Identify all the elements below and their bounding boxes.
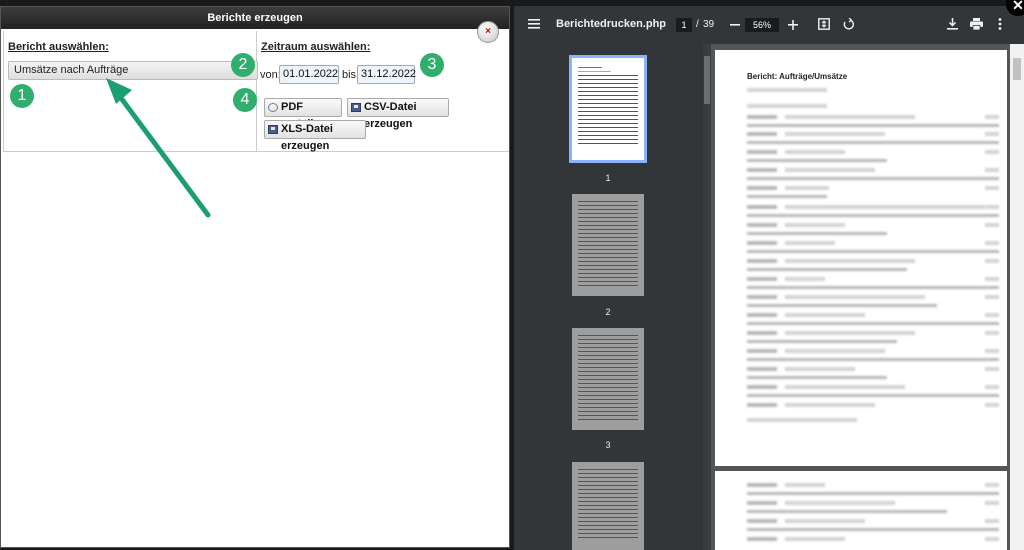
viewer-toolbar: Berichtedrucken.php 1 / 39 56% bbox=[514, 6, 1024, 44]
thumbnail-label-1: 1 bbox=[605, 173, 611, 183]
fit-page-icon[interactable] bbox=[818, 18, 830, 30]
thumbnail-label-3: 3 bbox=[605, 440, 611, 450]
thumbnail-sidebar: 1 2 3 bbox=[514, 44, 704, 550]
document-page-2 bbox=[715, 471, 1007, 550]
zoom-out-icon[interactable] bbox=[730, 20, 740, 30]
sidebar-scrollbar-thumb[interactable] bbox=[704, 56, 710, 104]
total-pages: 39 bbox=[703, 19, 715, 30]
thumbnail-page-2[interactable] bbox=[572, 194, 644, 296]
thumbnail-content bbox=[578, 466, 638, 538]
thumbnail-page-3[interactable] bbox=[572, 328, 644, 430]
page-separator: / bbox=[696, 19, 699, 30]
page-number-input[interactable]: 1 bbox=[676, 18, 692, 32]
rotate-icon[interactable] bbox=[842, 18, 854, 30]
thumbnail-page-1[interactable] bbox=[569, 55, 647, 163]
thumbnail-content bbox=[578, 332, 638, 420]
step-badge-2: 2 bbox=[231, 53, 255, 77]
document-heading: Bericht: Aufträge/Umsätze bbox=[747, 72, 848, 81]
menu-icon[interactable] bbox=[528, 19, 540, 29]
sidebar-scrollbar[interactable] bbox=[703, 44, 711, 550]
document-scrollbar-thumb[interactable] bbox=[1013, 58, 1021, 80]
step-badge-3: 3 bbox=[420, 53, 444, 77]
document-page-1: Bericht: Aufträge/Umsätze bbox=[715, 50, 1007, 466]
document-scrollbar[interactable] bbox=[1010, 44, 1024, 550]
zoom-in-icon[interactable] bbox=[788, 20, 798, 30]
viewer-filename: Berichtedrucken.php bbox=[556, 18, 667, 30]
pdf-viewer: Berichtedrucken.php 1 / 39 56% 1 2 3 Ber… bbox=[514, 6, 1024, 550]
thumbnail-page-4[interactable] bbox=[572, 462, 644, 550]
thumbnail-label-2: 2 bbox=[605, 307, 611, 317]
more-icon[interactable] bbox=[998, 18, 1002, 30]
thumbnail-content bbox=[578, 198, 638, 286]
document-area: Bericht: Aufträge/Umsätze bbox=[711, 44, 1024, 550]
screen: Berichte erzeugen × Bericht auswählen: U… bbox=[0, 0, 1024, 550]
download-icon[interactable] bbox=[947, 18, 958, 30]
zoom-level[interactable]: 56% bbox=[745, 18, 779, 32]
thumbnail-content bbox=[578, 64, 638, 144]
step-badge-4: 4 bbox=[233, 88, 257, 112]
step-badge-1: 1 bbox=[10, 84, 34, 108]
print-icon[interactable] bbox=[970, 18, 983, 30]
